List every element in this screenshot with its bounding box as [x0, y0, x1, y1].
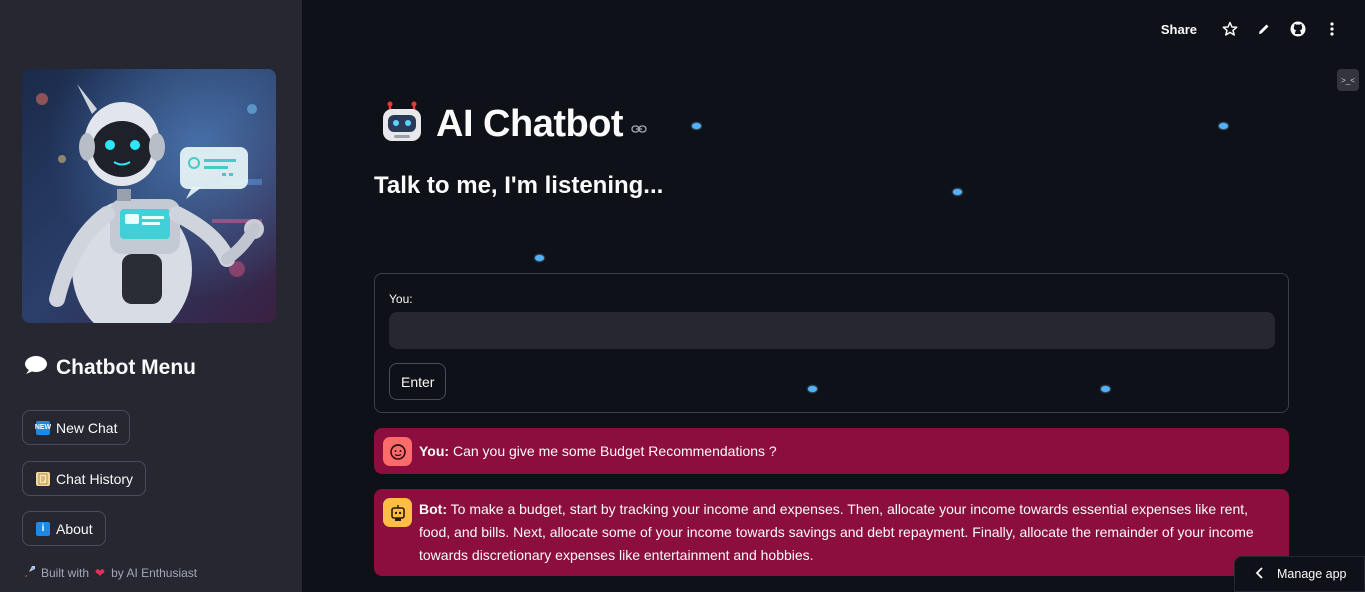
new-chat-button[interactable]: NEW New Chat — [22, 410, 131, 445]
new-badge-icon: NEW — [35, 420, 51, 435]
app-status-icon[interactable]: >_< — [1337, 69, 1359, 91]
speech-bubble-icon — [24, 355, 48, 381]
pencil-icon[interactable] — [1255, 18, 1273, 40]
star-icon[interactable] — [1221, 18, 1239, 40]
top-toolbar: Share — [1161, 18, 1341, 40]
bot-message: Bot: To make a budget, start by tracking… — [374, 489, 1289, 576]
new-chat-label: New Chat — [56, 419, 118, 436]
chat-history-label: Chat History — [56, 470, 134, 487]
snowflake-dot — [1219, 123, 1228, 129]
robot-icon — [380, 100, 424, 149]
chatbot-menu-heading: Chatbot Menu — [24, 355, 196, 381]
user-message-content: Can you give me some Budget Recommendati… — [452, 443, 777, 459]
snowflake-dot — [535, 255, 544, 261]
link-icon[interactable] — [631, 121, 647, 139]
chat-message-input[interactable] — [389, 312, 1275, 349]
robot-hero-image — [22, 69, 276, 323]
page-title-row: AI Chatbot — [380, 100, 647, 149]
chat-input-form: You: Enter — [374, 273, 1289, 413]
sidebar-footer: Built with ❤ by AI Enthusiast — [23, 564, 197, 581]
page-title: AI Chatbot — [436, 103, 624, 145]
user-message-text: You: Can you give me some Budget Recomme… — [419, 440, 1269, 463]
author-text: by AI Enthusiast — [111, 565, 198, 580]
snowflake-dot — [692, 123, 701, 129]
manage-app-button[interactable]: Manage app — [1234, 556, 1365, 592]
chatbot-menu-title: Chatbot Menu — [56, 356, 196, 379]
github-icon[interactable] — [1289, 18, 1307, 40]
user-speaker-label: You: — [419, 443, 450, 459]
sidebar: Chatbot Menu NEW New Chat Chat History i… — [0, 0, 302, 592]
bot-message-content: To make a budget, start by tracking your… — [419, 501, 1254, 563]
user-message: You: Can you give me some Budget Recomme… — [374, 428, 1289, 474]
about-label: About — [56, 520, 93, 537]
scroll-icon — [36, 471, 50, 486]
you-input-label: You: — [389, 292, 413, 306]
user-avatar-icon — [383, 437, 412, 466]
manage-app-label: Manage app — [1277, 567, 1347, 581]
more-vertical-icon[interactable] — [1323, 18, 1341, 40]
heart-icon: ❤ — [95, 565, 106, 580]
about-button[interactable]: i About — [22, 511, 106, 546]
snowflake-dot — [953, 189, 962, 195]
bot-avatar-icon — [383, 498, 412, 527]
page-subtitle: Talk to me, I'm listening... — [374, 172, 664, 199]
rocket-icon — [23, 564, 37, 581]
chat-history-button[interactable]: Chat History — [22, 461, 147, 496]
chevron-left-icon — [1255, 566, 1265, 582]
built-with-text: Built with — [41, 565, 90, 580]
enter-button[interactable]: Enter — [389, 363, 447, 400]
info-icon: i — [36, 521, 50, 536]
bot-message-text: Bot: To make a budget, start by tracking… — [419, 498, 1269, 567]
share-button[interactable]: Share — [1161, 22, 1197, 37]
bot-speaker-label: Bot: — [419, 501, 447, 517]
